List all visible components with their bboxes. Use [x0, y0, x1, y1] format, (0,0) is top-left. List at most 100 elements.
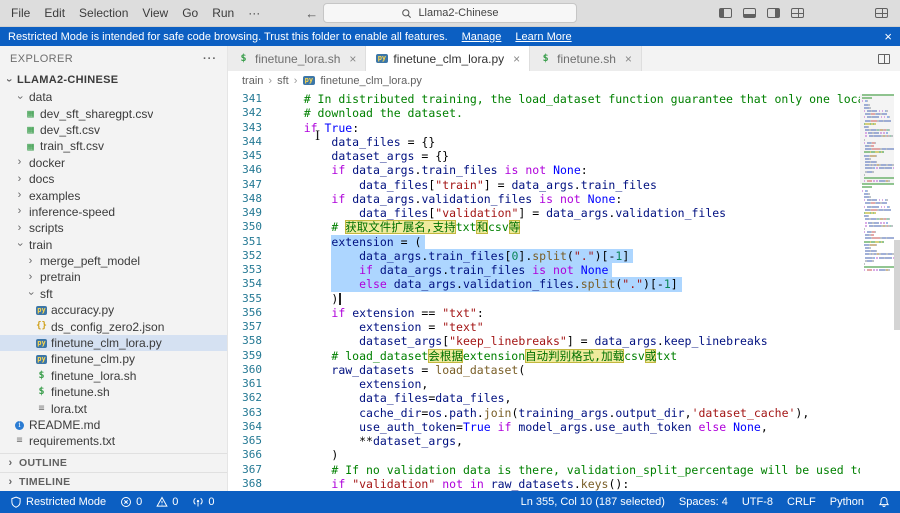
- manage-link[interactable]: Manage: [462, 31, 502, 43]
- tree-item-scripts[interactable]: scripts: [0, 220, 227, 236]
- tree-item-lora-txt[interactable]: lora.txt: [0, 400, 227, 416]
- code-line-346[interactable]: 346 if data_args.train_files is not None…: [228, 163, 860, 177]
- minimap-segment: [861, 100, 864, 103]
- code-line-345[interactable]: 345 dataset_args = {}: [228, 149, 860, 163]
- menu-go[interactable]: Go: [175, 4, 205, 22]
- tree-item-inference-speed[interactable]: inference-speed: [0, 204, 227, 220]
- code-line-354[interactable]: 354 else data_args.validation_files.spli…: [228, 277, 860, 292]
- menu-run[interactable]: Run: [205, 4, 241, 22]
- minimap-segment: [863, 180, 866, 183]
- code-line-362[interactable]: 362 data_files=data_files,: [228, 391, 860, 405]
- tree-item-sft[interactable]: sft: [0, 286, 227, 302]
- eol[interactable]: CRLF: [785, 496, 818, 508]
- breadcrumb-item-train[interactable]: train: [242, 75, 263, 87]
- tree-item-finetune-sh[interactable]: finetune.sh: [0, 384, 227, 400]
- code-line-357[interactable]: 357 extension = "text": [228, 320, 860, 334]
- tree-item-pretrain[interactable]: pretrain: [0, 269, 227, 285]
- menu-selection[interactable]: Selection: [72, 4, 135, 22]
- tab-finetune-sh[interactable]: finetune.sh: [530, 46, 642, 71]
- code-line-368[interactable]: 368 if "validation" not in raw_datasets.…: [228, 477, 860, 491]
- status-shield[interactable]: Restricted Mode: [8, 496, 108, 508]
- code-line-363[interactable]: 363 cache_dir=os.path.join(training_args…: [228, 406, 860, 420]
- code-line-355[interactable]: 355 ): [228, 292, 860, 306]
- tree-item-readme-md[interactable]: README.md: [0, 417, 227, 433]
- tree-item-train[interactable]: train: [0, 237, 227, 253]
- language-mode[interactable]: Python: [828, 496, 866, 508]
- learn-more-link[interactable]: Learn More: [515, 31, 571, 43]
- cursor-position[interactable]: Ln 355, Col 10 (187 selected): [519, 496, 667, 508]
- tree-item-dev-sft-sharegpt-csv[interactable]: dev_sft_sharegpt.csv: [0, 105, 227, 121]
- code-text: ): [276, 448, 860, 462]
- code-line-341[interactable]: 341 # In distributed training, the load_…: [228, 92, 860, 106]
- tree-item-ds-config-zero2-json[interactable]: ds_config_zero2.json: [0, 318, 227, 334]
- scrollbar-thumb[interactable]: [894, 240, 900, 330]
- code-line-351[interactable]: 351 extension = (: [228, 234, 860, 249]
- code-line-348[interactable]: 348 if data_args.validation_files is not…: [228, 192, 860, 206]
- tree-item-accuracy-py[interactable]: accuracy.py: [0, 302, 227, 318]
- menu-view[interactable]: View: [135, 4, 175, 22]
- tree-item-finetune-lora-sh[interactable]: finetune_lora.sh: [0, 368, 227, 384]
- tree-item-docker[interactable]: docker: [0, 155, 227, 171]
- search-box[interactable]: Llama2-Chinese: [323, 3, 577, 23]
- status-error[interactable]: 0: [118, 496, 144, 508]
- tree-item-finetune-clm-py[interactable]: finetune_clm.py: [0, 351, 227, 367]
- notifications-bell[interactable]: [876, 496, 892, 508]
- code-line-353[interactable]: 353 if data_args.train_files is not None: [228, 263, 860, 278]
- code-line-366[interactable]: 366 ): [228, 448, 860, 462]
- minimap-segment: [872, 170, 874, 173]
- menu-edit[interactable]: Edit: [37, 4, 72, 22]
- encoding[interactable]: UTF-8: [740, 496, 775, 508]
- root-folder[interactable]: LLAMA2-CHINESE: [0, 71, 227, 89]
- status-warning[interactable]: 0: [154, 496, 180, 508]
- editor-layout-icon[interactable]: [875, 8, 888, 18]
- tree-item-dev-sft-csv[interactable]: dev_sft.csv: [0, 122, 227, 138]
- code-line-352[interactable]: 352 data_args.train_files[0].split(".")[…: [228, 248, 860, 263]
- code-line-365[interactable]: 365 **dataset_args,: [228, 434, 860, 448]
- code-line-359[interactable]: 359 # load_dataset会根据extension自动判别格式,加载c…: [228, 348, 860, 363]
- tab-finetune-clm-lora-py[interactable]: finetune_clm_lora.py: [366, 46, 531, 71]
- toggle-secondary-sidebar-icon[interactable]: [767, 8, 780, 18]
- code-line-367[interactable]: 367 # If no validation data is there, va…: [228, 463, 860, 477]
- status-broadcast[interactable]: 0: [190, 496, 216, 508]
- split-editor-icon[interactable]: [878, 53, 890, 64]
- code-line-364[interactable]: 364 use_auth_token=True if model_args.us…: [228, 420, 860, 434]
- code-line-349[interactable]: 349 data_files["validation"] = data_args…: [228, 206, 860, 220]
- code-line-358[interactable]: 358 dataset_args["keep_linebreaks"] = da…: [228, 334, 860, 348]
- code-area[interactable]: 341 # In distributed training, the load_…: [228, 90, 860, 491]
- explorer-more-actions-icon[interactable]: [203, 53, 217, 65]
- code-line-343[interactable]: 343 if True:: [228, 121, 860, 135]
- tree-item-data[interactable]: data: [0, 89, 227, 105]
- tree-item-examples[interactable]: examples: [0, 187, 227, 203]
- customize-layout-icon[interactable]: [791, 8, 804, 18]
- toggle-panel-icon[interactable]: [743, 8, 756, 18]
- tree-item-finetune-clm-lora-py[interactable]: finetune_clm_lora.py: [0, 334, 227, 352]
- code-line-344[interactable]: 344 data_files = {}: [228, 135, 860, 149]
- code-line-347[interactable]: 347 data_files["train"] = data_args.trai…: [228, 178, 860, 192]
- breadcrumb-item-sft[interactable]: sft: [277, 75, 289, 87]
- tab-finetune-lora-sh[interactable]: finetune_lora.sh: [228, 46, 367, 71]
- indentation[interactable]: Spaces: 4: [677, 496, 730, 508]
- breadcrumb-item-file[interactable]: finetune_clm_lora.py: [320, 75, 422, 87]
- close-icon[interactable]: [513, 53, 520, 65]
- minimap[interactable]: [860, 90, 894, 491]
- close-icon[interactable]: [625, 53, 632, 65]
- close-icon[interactable]: [349, 53, 356, 65]
- code-line-360[interactable]: 360 raw_datasets = load_dataset(: [228, 363, 860, 377]
- minimap-line: [860, 119, 894, 122]
- code-line-361[interactable]: 361 extension,: [228, 377, 860, 391]
- code-line-356[interactable]: 356 if extension == "txt":: [228, 306, 860, 320]
- back-icon[interactable]: [305, 6, 318, 21]
- tree-item-train-sft-csv[interactable]: train_sft.csv: [0, 138, 227, 154]
- menu-file[interactable]: File: [4, 4, 37, 22]
- tree-item-merge-peft-model[interactable]: merge_peft_model: [0, 253, 227, 269]
- tree-item-requirements-txt[interactable]: requirements.txt: [0, 433, 227, 449]
- tree-item-docs[interactable]: docs: [0, 171, 227, 187]
- code-line-342[interactable]: 342 # download the dataset.: [228, 106, 860, 120]
- outline-section[interactable]: OUTLINE: [0, 453, 227, 472]
- menu-more[interactable]: ···: [241, 4, 267, 22]
- code-line-350[interactable]: 350 # 获取文件扩展名,支持txt和csv等: [228, 220, 860, 235]
- banner-close-icon[interactable]: [884, 30, 892, 44]
- timeline-section[interactable]: TIMELINE: [0, 472, 227, 491]
- scrollbar[interactable]: [894, 90, 900, 491]
- toggle-sidebar-icon[interactable]: [719, 8, 732, 18]
